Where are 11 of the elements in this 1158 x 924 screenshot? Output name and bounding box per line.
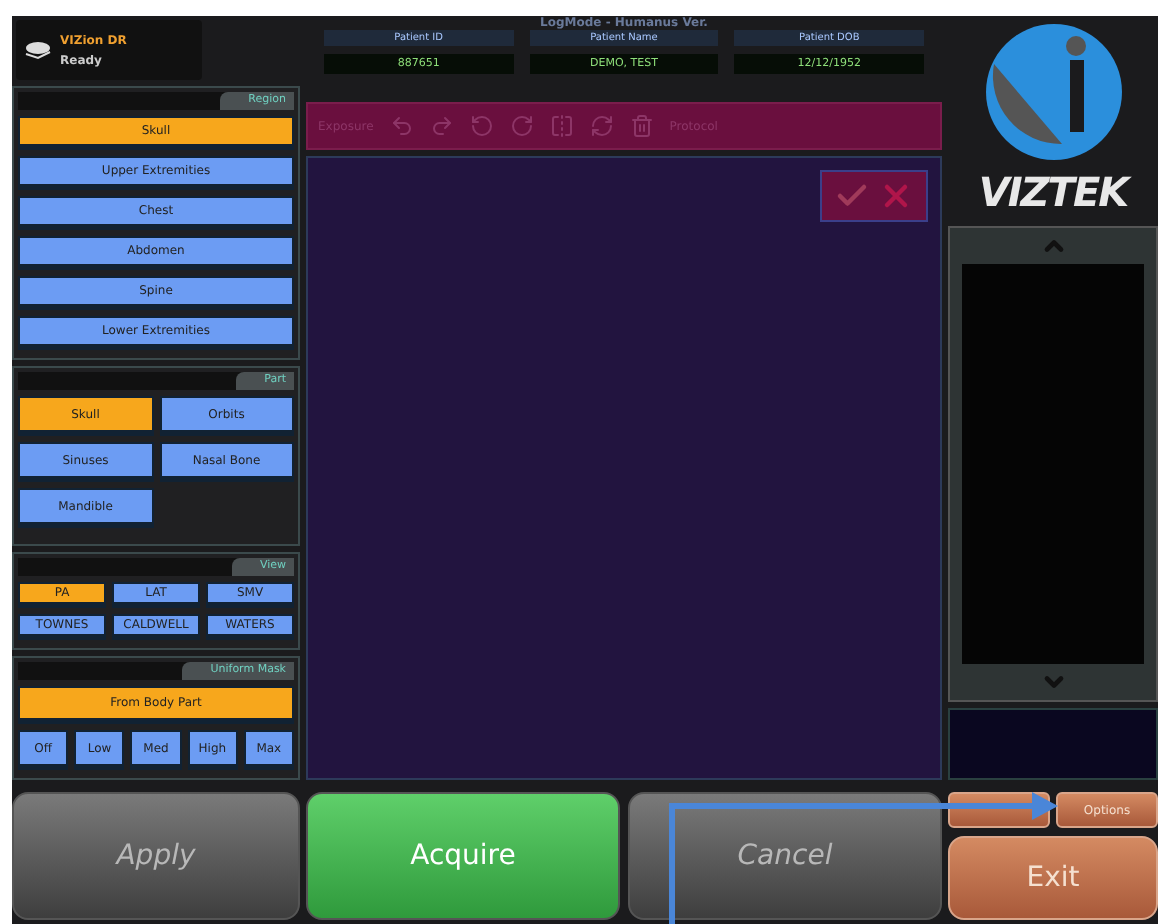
flip-icon[interactable]: [549, 114, 574, 138]
refresh-icon[interactable]: [589, 114, 614, 138]
trash-icon[interactable]: [629, 114, 654, 138]
rotate-left-icon[interactable]: [469, 114, 494, 138]
redo-icon[interactable]: [429, 114, 454, 138]
undo-icon[interactable]: [389, 114, 414, 138]
action-button[interactable]: Cancel: [628, 792, 942, 920]
action-button[interactable]: Apply: [12, 792, 300, 920]
logo-text: VIZTEK: [978, 168, 1128, 216]
rotate-right-icon[interactable]: [509, 114, 534, 138]
device-icon: [24, 40, 52, 60]
